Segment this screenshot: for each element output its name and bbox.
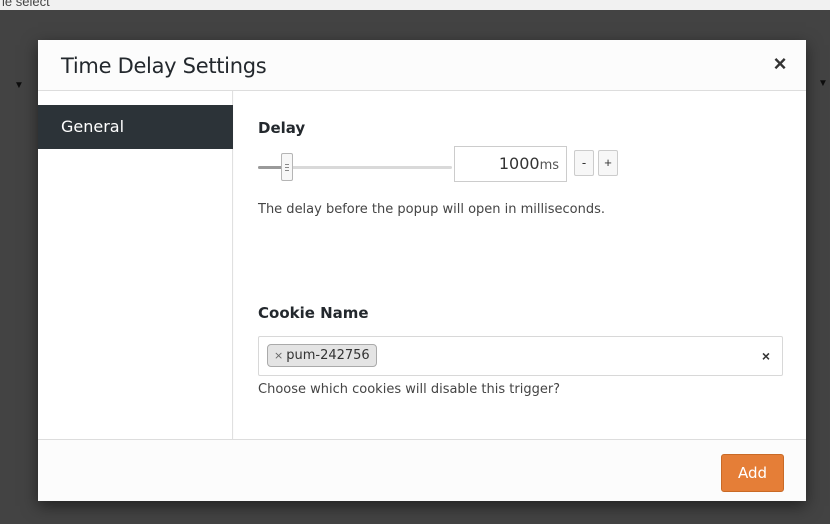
cookie-tag: × pum-242756 — [267, 344, 377, 367]
increment-button[interactable]: + — [598, 150, 618, 176]
modal-title: Time Delay Settings — [61, 54, 267, 78]
delay-input[interactable]: 1000ms — [454, 146, 567, 182]
settings-sidebar: General — [38, 91, 233, 439]
close-icon[interactable]: × — [768, 52, 792, 76]
delay-help-text: The delay before the popup will open in … — [258, 202, 606, 217]
delay-unit: ms — [539, 158, 559, 173]
grip-line — [285, 167, 289, 168]
delay-value[interactable]: 1000 — [499, 154, 540, 173]
decrement-button[interactable]: - — [574, 150, 594, 176]
remove-tag-icon[interactable]: × — [274, 349, 283, 362]
delay-label: Delay — [258, 119, 306, 137]
tab-general[interactable]: General — [38, 105, 233, 149]
clear-selection-icon[interactable]: × — [762, 348, 770, 364]
cookie-name-select[interactable]: × pum-242756 × — [258, 336, 783, 376]
grip-line — [285, 170, 289, 171]
cookie-tag-label: pum-242756 — [286, 348, 370, 363]
grip-line — [285, 164, 289, 165]
modal-body: General Delay 1000ms - + The delay befor… — [38, 91, 806, 439]
cookie-help-text: Choose which cookies will disable this t… — [258, 382, 561, 397]
background-text: le select — [2, 0, 50, 9]
delay-slider-handle[interactable] — [281, 153, 293, 181]
add-button[interactable]: Add — [721, 454, 784, 492]
time-delay-settings-modal: Time Delay Settings × General Delay 1000… — [38, 40, 806, 501]
modal-header: Time Delay Settings × — [38, 40, 806, 91]
modal-footer: Add — [38, 439, 806, 501]
settings-content: Delay 1000ms - + The delay before the po… — [234, 91, 806, 439]
cookie-name-label: Cookie Name — [258, 304, 369, 322]
